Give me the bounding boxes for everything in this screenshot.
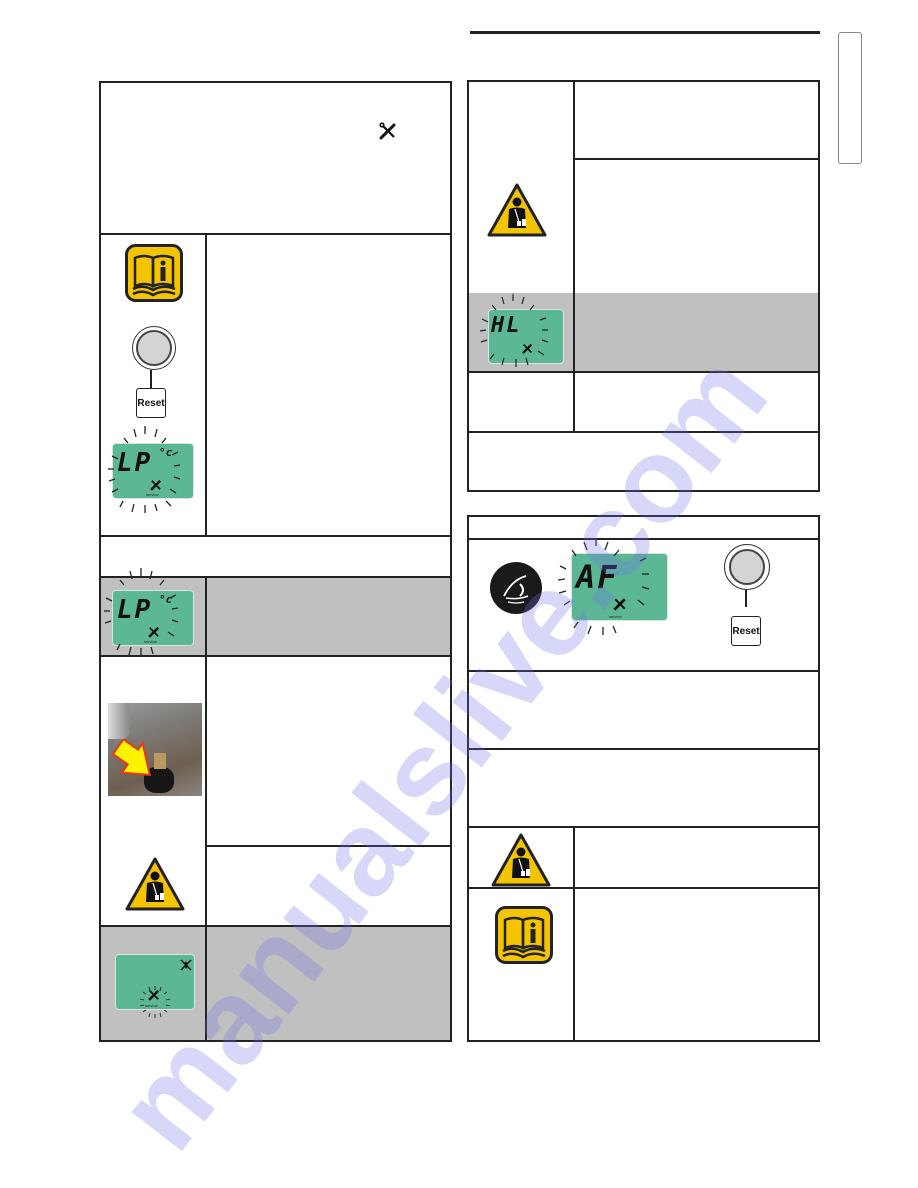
reset-knob[interactable] — [724, 544, 770, 590]
divider — [101, 655, 450, 657]
divider — [469, 887, 818, 889]
divider — [574, 158, 818, 160]
visual-check-eye-icon — [490, 562, 542, 614]
divider — [573, 82, 575, 431]
blink-rays — [558, 538, 650, 635]
divider — [469, 431, 818, 433]
info-cell — [469, 672, 818, 748]
blink-rays — [139, 986, 171, 1018]
adjuster-photo — [108, 703, 202, 796]
divider — [469, 826, 818, 828]
warning-technician-icon — [487, 183, 547, 237]
language-side-tab[interactable] — [838, 32, 862, 164]
arrow-icon — [112, 739, 151, 777]
reset-button[interactable]: Reset — [136, 388, 166, 418]
service-wrench-icon — [379, 122, 396, 140]
divider — [573, 293, 575, 371]
warning-technician-icon — [491, 833, 551, 887]
reset-connector — [745, 590, 747, 607]
reset-knob-face[interactable] — [729, 549, 765, 585]
divider — [469, 371, 818, 373]
info-cell — [469, 750, 818, 826]
divider — [573, 828, 575, 1041]
reset-button[interactable]: Reset — [731, 616, 761, 646]
divider — [205, 927, 207, 1040]
reset-knob[interactable] — [132, 326, 176, 370]
divider — [206, 845, 450, 847]
blink-rays — [104, 568, 179, 656]
intro-cell — [101, 83, 450, 234]
header-rule — [470, 31, 820, 34]
manual-icon — [125, 244, 183, 302]
manual-icon — [495, 906, 553, 964]
divider — [205, 657, 207, 925]
blink-rays — [108, 426, 181, 513]
reset-knob-face[interactable] — [136, 330, 172, 366]
photo-housing — [108, 703, 130, 739]
blink-rays — [479, 294, 549, 367]
warning-technician-icon — [125, 857, 185, 911]
burner-off-icon — [180, 959, 192, 971]
reset-connector — [150, 370, 152, 388]
divider — [101, 233, 450, 235]
